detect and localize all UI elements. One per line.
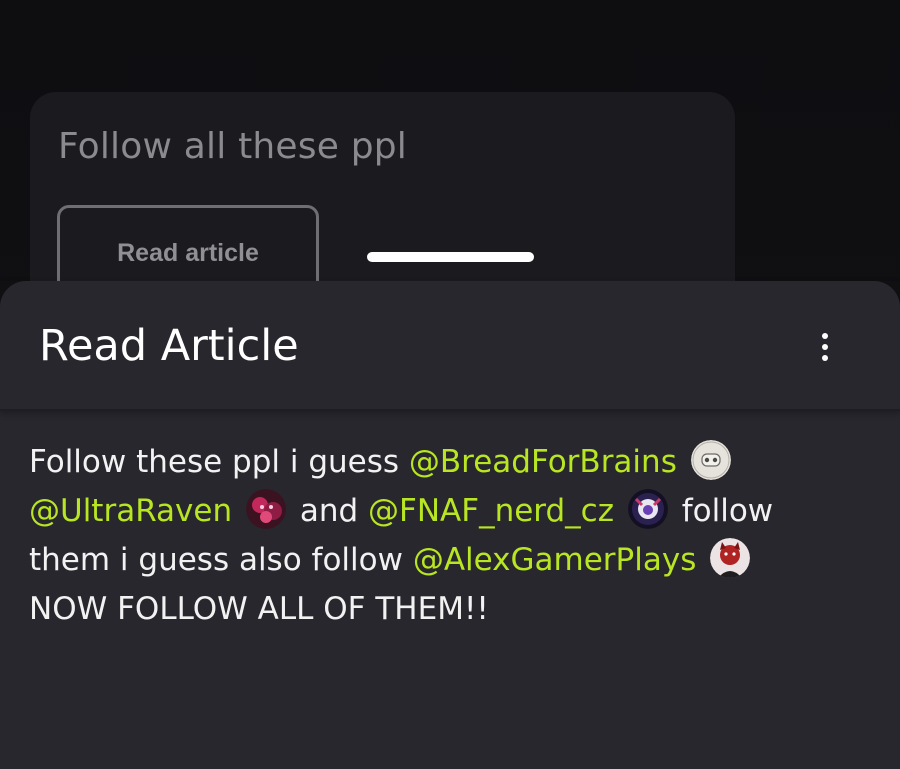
sheet-header: Read Article [0, 281, 900, 411]
mention-link[interactable]: @BreadForBrains [409, 444, 677, 480]
article-text: them i guess also follow [29, 542, 403, 578]
mention-link[interactable]: @AlexGamerPlays [413, 542, 697, 578]
article-text: Follow these ppl i guess [29, 444, 400, 480]
bottom-sheet: Read Article Follow these ppl i guess @B… [0, 281, 900, 769]
dot [822, 344, 828, 350]
article-text: follow [681, 493, 774, 529]
app-screen: Follow all these ppl Read article Read A… [0, 0, 900, 769]
avatar[interactable] [245, 489, 286, 529]
mention-link[interactable]: @FNAF_nerd_cz [368, 493, 614, 529]
dot [822, 333, 828, 339]
avatar[interactable] [710, 538, 751, 578]
sheet-drag-handle[interactable] [367, 252, 534, 262]
background-card-title: Follow all these ppl [58, 126, 408, 167]
mention-link[interactable]: @UltraRaven [29, 493, 232, 529]
article-text: and [299, 493, 359, 529]
dot [822, 355, 828, 361]
sheet-title: Read Article [39, 321, 299, 371]
avatar[interactable] [690, 440, 731, 480]
avatar[interactable] [627, 489, 668, 529]
article-text: NOW FOLLOW ALL OF THEM!! [29, 591, 489, 627]
article-body: Follow these ppl i guess @BreadForBrains… [29, 438, 874, 634]
more-options-icon[interactable] [808, 327, 842, 367]
